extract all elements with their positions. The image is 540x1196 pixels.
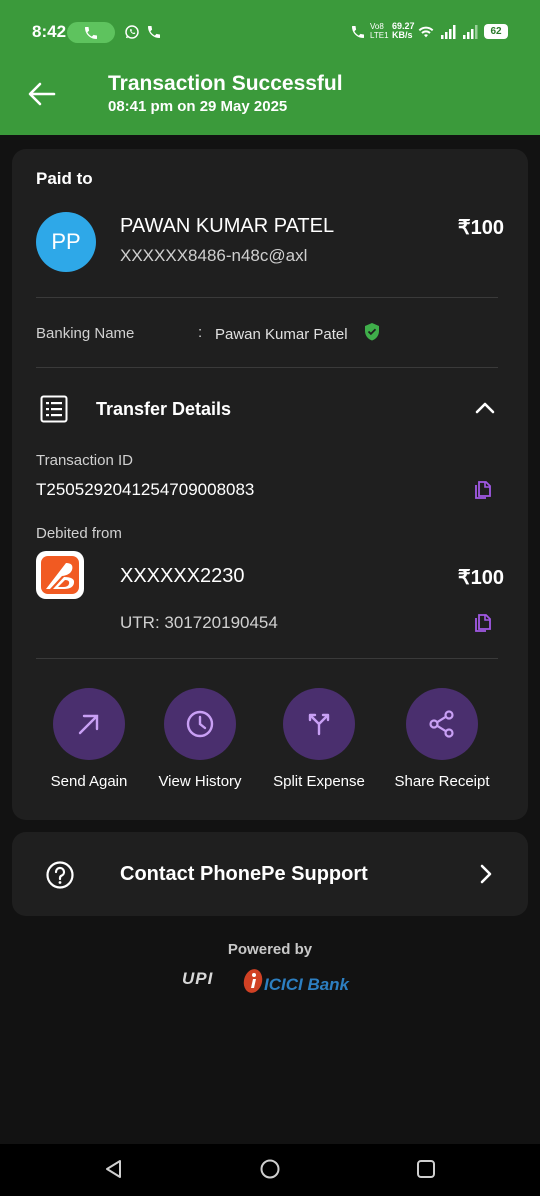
copy-icon[interactable]	[473, 613, 493, 633]
send-again-button[interactable]: Send Again	[34, 688, 144, 790]
upi-logo: UPI	[182, 969, 214, 988]
volte-indicator: Vo8 LTE1	[370, 22, 389, 40]
view-history-button[interactable]: View History	[145, 688, 255, 790]
whatsapp-icon	[125, 25, 139, 39]
avatar: PP	[36, 212, 96, 272]
send-again-label: Send Again	[50, 773, 128, 790]
transaction-id-value: T2505292041254709008083	[36, 480, 255, 499]
transaction-datetime: 08:41 pm on 29 May 2025	[108, 98, 288, 115]
chevron-up-icon[interactable]	[474, 397, 496, 419]
icici-logo-icon	[243, 969, 263, 993]
contact-support-button[interactable]: Contact PhonePe Support	[12, 832, 528, 916]
share-icon	[429, 710, 454, 738]
split-expense-label: Split Expense	[273, 773, 365, 790]
paid-to-label: Paid to	[36, 169, 93, 188]
banking-name-label: Banking Name	[36, 325, 135, 342]
nav-home-icon[interactable]	[259, 1158, 281, 1180]
app-header: Transaction Successful 08:41 pm on 29 Ma…	[0, 62, 540, 135]
split-expense-circle[interactable]	[283, 688, 355, 760]
network-speed: 69.27 KB/s	[392, 22, 415, 40]
share-receipt-button[interactable]: Share Receipt	[387, 688, 497, 790]
lte-label: LTE1	[370, 31, 389, 40]
page-title: Transaction Successful	[108, 72, 343, 95]
icici-bank-logo: ICICI Bank	[264, 975, 350, 994]
status-bar: 8:42 Vo8 LTE1 69.27 KB/s 62	[0, 0, 540, 62]
status-time: 8:42	[32, 22, 67, 41]
view-history-label: View History	[158, 773, 242, 790]
contact-support-label: Contact PhonePe Support	[120, 863, 368, 885]
transaction-id-label: Transaction ID	[36, 452, 133, 469]
bank-of-baroda-logo	[36, 551, 84, 599]
wifi-icon	[418, 26, 434, 38]
call-icon	[85, 27, 97, 39]
transaction-card: Paid to PP PAWAN KUMAR PATEL XXXXXX8486-…	[12, 149, 528, 820]
debit-amount: ₹100	[457, 567, 504, 589]
paid-amount: ₹100	[457, 217, 504, 239]
chevron-right-icon	[480, 864, 492, 884]
wifi-calling-icon	[352, 26, 364, 38]
arrow-up-right-icon	[78, 714, 99, 735]
share-receipt-label: Share Receipt	[394, 773, 490, 790]
missed-call-icon	[148, 26, 160, 38]
signal-icon-sim2	[463, 25, 478, 39]
payee-name: PAWAN KUMAR PATEL	[120, 215, 335, 237]
arrow-left-icon	[28, 82, 56, 106]
copy-icon[interactable]	[473, 480, 493, 500]
utr-number: UTR: 301720190454	[120, 613, 278, 632]
speed-unit: KB/s	[392, 30, 413, 40]
debited-from-label: Debited from	[36, 525, 122, 542]
system-nav-bar	[0, 1144, 540, 1196]
divider	[36, 658, 498, 659]
ongoing-call-pill[interactable]	[67, 22, 115, 43]
back-button[interactable]	[26, 78, 58, 110]
verified-shield-icon	[365, 323, 379, 341]
bank-logo-icon	[41, 556, 79, 594]
transfer-details-title: Transfer Details	[96, 399, 232, 419]
battery-indicator: 62	[484, 24, 508, 39]
partner-logos: UPI ICICI Bank	[180, 966, 360, 996]
banking-name-colon: :	[198, 324, 203, 341]
split-expense-button[interactable]: Split Expense	[264, 688, 374, 790]
divider	[36, 367, 498, 368]
view-history-circle[interactable]	[164, 688, 236, 760]
help-icon	[46, 861, 74, 889]
volte-label: Vo8	[370, 22, 384, 31]
divider	[36, 297, 498, 298]
share-receipt-circle[interactable]	[406, 688, 478, 760]
payee-upi-id: XXXXXX8486-n48c@axl	[120, 246, 308, 265]
send-again-circle[interactable]	[53, 688, 125, 760]
receipt-list-icon	[40, 395, 68, 423]
banking-name-value: Pawan Kumar Patel	[215, 326, 348, 343]
signal-icon-sim1	[441, 25, 456, 39]
powered-by-label: Powered by	[227, 941, 313, 958]
debit-account-number: XXXXXX2230	[120, 565, 245, 587]
nav-back-icon[interactable]	[103, 1158, 125, 1180]
clock-icon	[186, 710, 214, 738]
split-icon	[308, 713, 330, 736]
nav-recents-icon[interactable]	[415, 1158, 437, 1180]
